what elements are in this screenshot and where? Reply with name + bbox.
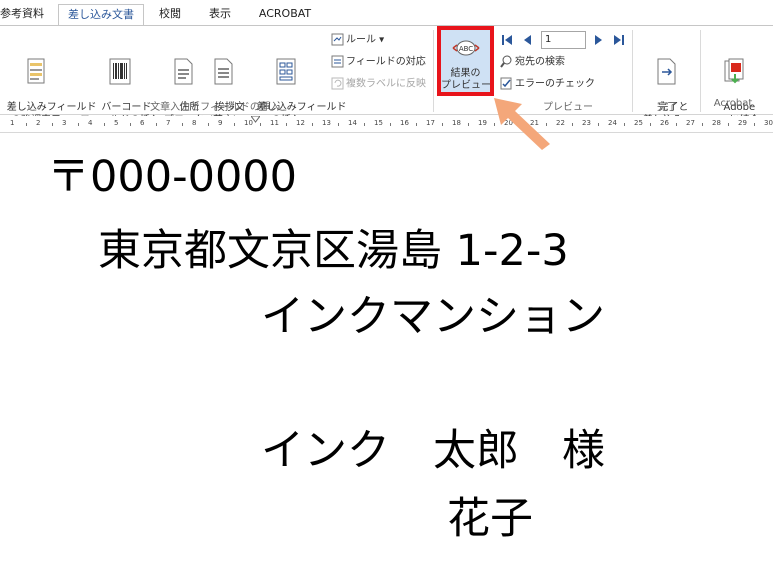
address-block-icon: [174, 58, 193, 85]
ruler-number: 6: [140, 119, 145, 127]
group-label-finish: 完了: [657, 102, 677, 113]
ruler-tick: [624, 123, 625, 126]
recipient-name: インク 太郎 様: [261, 426, 605, 476]
finish-merge-icon: [657, 58, 676, 85]
update-labels-button[interactable]: 複数ラベルに反映: [331, 77, 426, 92]
ruler-tick: [104, 123, 105, 126]
rules-button[interactable]: ルール ▾: [331, 33, 384, 48]
ruler-tick: [338, 123, 339, 126]
ruler-tick: [676, 123, 677, 126]
ruler-tick: [78, 123, 79, 126]
preview-results-button[interactable]: ABC 結果の プレビュー: [437, 26, 494, 96]
ruler-number: 16: [400, 119, 409, 127]
ruler-tick: [26, 123, 27, 126]
recipient-name-2: 花子: [447, 494, 533, 544]
ruler-tick: [416, 123, 417, 126]
ruler-tick: [650, 123, 651, 126]
check-errors-icon: [500, 77, 512, 90]
ruler-number: 28: [712, 119, 721, 127]
ruler-number: 1: [10, 119, 15, 127]
postal-code: 〒000-0000: [47, 152, 298, 202]
ruler-tick: [598, 123, 599, 126]
find-recipient-icon: [500, 55, 512, 68]
ruler-tick: [182, 123, 183, 126]
ruler-number: 11: [270, 119, 279, 127]
check-errors-button[interactable]: エラーのチェック: [500, 77, 595, 92]
address-line-1: 東京都文京区湯島 1-2-3: [98, 226, 569, 276]
update-labels-icon: [331, 77, 344, 90]
ruler-number: 26: [660, 119, 669, 127]
greeting-line-icon: [214, 58, 233, 85]
barcode-icon: [109, 58, 131, 85]
ruler-number: 18: [452, 119, 461, 127]
tab-view[interactable]: 表示: [198, 4, 242, 26]
document-page[interactable]: 〒000-0000 東京都文京区湯島 1-2-3 インクマンション インク 太郎…: [0, 134, 773, 562]
indent-marker-icon[interactable]: [251, 116, 260, 123]
ruler-tick: [390, 123, 391, 126]
annotation-arrow-icon: [494, 98, 550, 150]
ruler-tick: [156, 123, 157, 126]
ruler-tick: [234, 123, 235, 126]
group-label-acrobat: Acrobat: [713, 98, 753, 109]
record-number-input[interactable]: 1: [541, 31, 586, 49]
tab-review[interactable]: 校閲: [152, 4, 188, 26]
ruler-tick: [754, 123, 755, 126]
ruler-tick: [728, 123, 729, 126]
highlight-fields-icon: [27, 58, 45, 84]
first-record-icon[interactable]: [501, 34, 513, 46]
ruler-number: 5: [114, 119, 119, 127]
ruler-tick: [260, 123, 261, 126]
preview-abc-icon: ABC: [452, 40, 480, 56]
ruler-number: 13: [322, 119, 331, 127]
ribbon: 差し込みフィールド の強調表示 バーコード フィールドの挿入 住所 ブロック 挨…: [0, 25, 773, 126]
previous-record-icon[interactable]: [522, 34, 532, 46]
ruler-number: 8: [192, 119, 197, 127]
ruler-number: 25: [634, 119, 643, 127]
ruler-tick: [52, 123, 53, 126]
svg-text:ABC: ABC: [459, 45, 473, 53]
ruler-number: 19: [478, 119, 487, 127]
merge-field-icon: [276, 58, 296, 85]
horizontal-ruler[interactable]: 1 2 3 4 5 6 7 8 9 10 11 12 13 14 15 16 17 18 19 20 21 22 23 24 2…: [0, 116, 773, 133]
ruler-number: 30: [764, 119, 773, 127]
last-record-icon[interactable]: [613, 34, 625, 46]
ruler-tick: [130, 123, 131, 126]
ruler-number: 9: [218, 119, 223, 127]
ruler-tick: [468, 123, 469, 126]
adobe-pdf-icon: [724, 58, 744, 84]
next-record-icon[interactable]: [594, 34, 604, 46]
ruler-tick: [442, 123, 443, 126]
match-fields-icon: [331, 55, 344, 68]
ruler-tick: [312, 123, 313, 126]
group-separator: [632, 30, 633, 112]
ruler-number: 2: [36, 119, 41, 127]
address-line-2: インクマンション: [261, 292, 605, 342]
match-fields-button[interactable]: フィールドの対応: [331, 55, 426, 70]
ruler-tick: [364, 123, 365, 126]
ruler-number: 23: [582, 119, 591, 127]
ruler-tick: [572, 123, 573, 126]
rules-icon: [331, 33, 344, 46]
ruler-tick: [208, 123, 209, 126]
ruler-tick: [702, 123, 703, 126]
ruler-number: 17: [426, 119, 435, 127]
tab-acrobat[interactable]: ACROBAT: [252, 4, 318, 26]
ribbon-tab-bar: 参考資料 差し込み文書 校閲 表示 ACROBAT: [0, 0, 773, 26]
group-label-write-insert: 文章入力とフィールドの挿入: [150, 102, 280, 113]
group-separator: [433, 30, 434, 112]
tab-references[interactable]: 参考資料: [0, 4, 48, 26]
ruler-number: 27: [686, 119, 695, 127]
ruler-tick: [286, 123, 287, 126]
ruler-number: 24: [608, 119, 617, 127]
ruler-number: 14: [348, 119, 357, 127]
ruler-number: 15: [374, 119, 383, 127]
ruler-number: 4: [88, 119, 93, 127]
ruler-number: 29: [738, 119, 747, 127]
ruler-number: 3: [62, 119, 67, 127]
ruler-number: 12: [296, 119, 305, 127]
tab-mailings[interactable]: 差し込み文書: [58, 4, 144, 26]
ruler-number: 7: [166, 119, 171, 127]
group-separator: [700, 30, 701, 112]
find-recipient-button[interactable]: 宛先の検索: [500, 55, 565, 70]
